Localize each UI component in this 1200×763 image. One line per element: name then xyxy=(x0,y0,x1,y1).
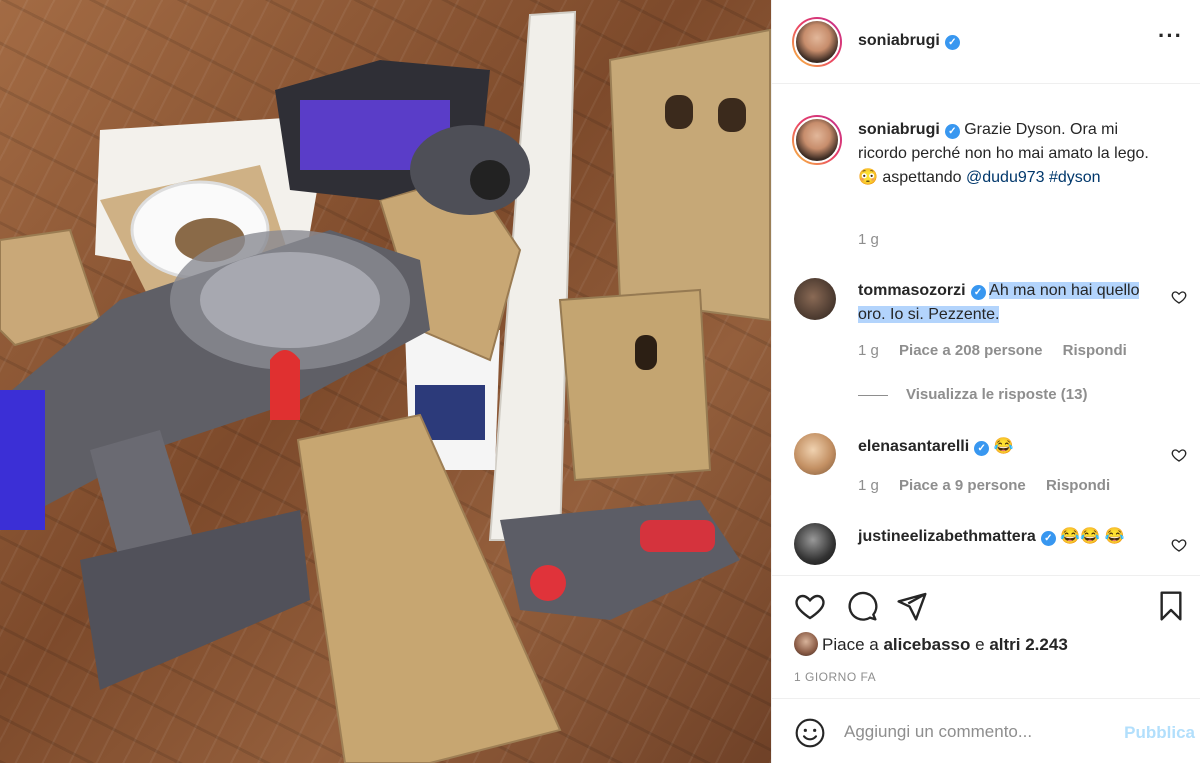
hashtag-link[interactable]: #dyson xyxy=(1049,169,1101,186)
comment-icon[interactable] xyxy=(846,590,878,622)
caption-time: 1 g xyxy=(858,231,879,248)
comment-like-icon[interactable] xyxy=(1171,537,1187,553)
box-top-right xyxy=(608,28,771,322)
header-avatar[interactable] xyxy=(792,17,842,67)
reply-button[interactable]: Rispondi xyxy=(1046,477,1110,494)
post-photo[interactable] xyxy=(0,0,771,763)
comment-time: 1 g xyxy=(858,342,879,359)
likes-others[interactable]: altri 2.243 xyxy=(989,635,1067,654)
liker-avatar[interactable] xyxy=(794,632,818,656)
publish-button[interactable]: Pubblica xyxy=(1124,723,1195,743)
comment-text: elenasantarelli ✓ 😂 xyxy=(858,435,1158,459)
comment-body: 😂 xyxy=(993,438,1014,455)
box-mid-right xyxy=(558,288,712,482)
comment-body: 😂😂 😂 xyxy=(1060,528,1125,545)
comment-avatar[interactable] xyxy=(794,523,836,565)
post-header: soniabrugi ✓ ··· xyxy=(772,0,1200,84)
verified-icon: ✓ xyxy=(1040,531,1056,546)
comment-composer: Pubblica xyxy=(772,698,1200,763)
comment-username[interactable]: tommasozorzi xyxy=(858,282,966,299)
comment-like-icon[interactable] xyxy=(1171,289,1187,305)
share-icon[interactable] xyxy=(896,590,928,622)
header-username[interactable]: soniabrugi ✓ xyxy=(858,32,960,50)
verified-icon: ✓ xyxy=(970,285,986,300)
comment-text: tommasozorzi ✓ Ah ma non hai quello oro. … xyxy=(858,279,1158,327)
liker-username[interactable]: alicebasso xyxy=(883,635,970,654)
view-replies[interactable]: Visualizza le risposte (13) xyxy=(858,386,1087,403)
caption-avatar[interactable] xyxy=(792,115,842,165)
likes-summary[interactable]: Piace a alicebasso e altri 2.243 xyxy=(822,635,1068,655)
comment-username[interactable]: justineelizabethmattera xyxy=(858,528,1036,545)
accessory-tool xyxy=(500,500,740,620)
post-panel: soniabrugi ✓ ··· soniabrugi ✓ Grazie Dyson… xyxy=(771,0,1200,763)
comment-time: 1 g xyxy=(858,477,879,494)
comment-avatar[interactable] xyxy=(794,433,836,475)
emoji-icon[interactable] xyxy=(794,717,826,749)
caption-username[interactable]: soniabrugi xyxy=(858,121,940,138)
reply-button[interactable]: Rispondi xyxy=(1063,342,1127,359)
comment-meta: 1 g Piace a 9 persone Rispondi xyxy=(858,477,1126,494)
comment-meta: 1 g Piace a 208 persone Rispondi xyxy=(858,342,1143,359)
verified-icon: ✓ xyxy=(944,124,960,139)
comment-likes[interactable]: Piace a 9 persone xyxy=(899,477,1026,494)
vacuum-photo xyxy=(0,10,771,763)
comment-text: justineelizabethmattera ✓ 😂😂 😂 xyxy=(858,525,1168,549)
heart-icon[interactable] xyxy=(794,590,826,622)
comment-like-icon[interactable] xyxy=(1171,447,1187,463)
comment-avatar[interactable] xyxy=(794,278,836,320)
comment-likes[interactable]: Piace a 208 persone xyxy=(899,342,1042,359)
comment-username[interactable]: elenasantarelli xyxy=(858,438,969,455)
post-date[interactable]: 1 GIORNO FA xyxy=(794,670,876,684)
comments-scroll[interactable]: soniabrugi ✓ Grazie Dyson. Ora mi ricordo… xyxy=(772,85,1200,574)
small-box-left xyxy=(0,228,102,347)
caption-meta: 1 g xyxy=(858,231,895,248)
post-actions: Piace a alicebasso e altri 2.243 1 GIORN… xyxy=(772,575,1200,698)
likes-prefix: Piace a xyxy=(822,635,879,654)
more-icon[interactable]: ··· xyxy=(1158,25,1183,47)
caption-text: soniabrugi ✓ Grazie Dyson. Ora mi ricordo… xyxy=(858,118,1158,190)
likes-middle: e xyxy=(975,635,985,654)
verified-icon: ✓ xyxy=(944,35,960,50)
verified-icon: ✓ xyxy=(974,441,990,456)
bookmark-icon[interactable] xyxy=(1155,590,1187,622)
mention-link[interactable]: @dudu973 xyxy=(966,169,1045,186)
comment-input[interactable] xyxy=(844,719,1094,745)
